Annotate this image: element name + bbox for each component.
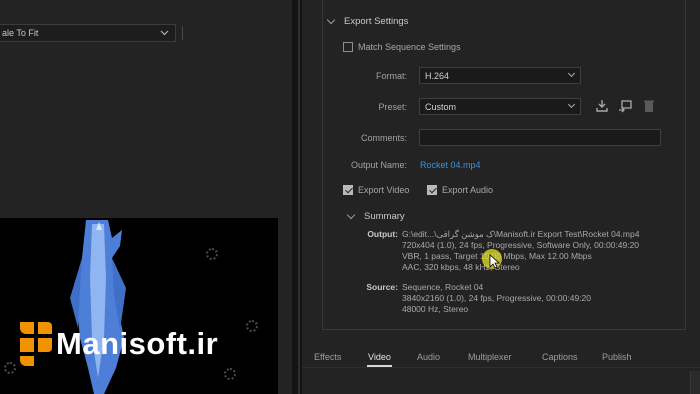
summary-output-label: Output: bbox=[367, 229, 398, 239]
toolbar-divider bbox=[182, 26, 183, 40]
tab-multiplexer[interactable]: Multiplexer bbox=[468, 352, 512, 362]
preset-value: Custom bbox=[425, 101, 457, 112]
chevron-down-icon bbox=[567, 69, 576, 78]
summary-source-line: 48000 Hz, Stereo bbox=[402, 304, 469, 314]
summary-output-lines: G:\edit...\ک موشن گرافی\Manisoft.ir Expo… bbox=[402, 229, 639, 273]
export-video-checkbox[interactable] bbox=[343, 185, 353, 195]
summary-output-line: AAC, 320 kbps, 48 kHz, Stereo bbox=[402, 262, 520, 272]
output-name-link[interactable]: Rocket 04.mp4 bbox=[420, 160, 481, 170]
tab-publish[interactable]: Publish bbox=[602, 352, 632, 362]
tab-captions[interactable]: Captions bbox=[542, 352, 578, 362]
comments-input[interactable] bbox=[419, 129, 661, 146]
mouse-cursor bbox=[482, 249, 502, 269]
format-label: Format: bbox=[375, 71, 407, 81]
export-audio-label: Export Audio bbox=[442, 185, 494, 195]
gear-particle bbox=[206, 248, 218, 260]
gear-particle bbox=[246, 320, 258, 332]
match-sequence-checkbox[interactable] bbox=[343, 42, 353, 52]
scale-dropdown[interactable]: ale To Fit bbox=[0, 24, 176, 42]
import-preset-icon[interactable] bbox=[618, 99, 632, 113]
export-audio-checkbox[interactable] bbox=[427, 185, 437, 195]
export-settings-panel: Export Settings Match Sequence Settings … bbox=[302, 0, 700, 394]
chevron-down-icon bbox=[160, 30, 169, 36]
gear-particle bbox=[224, 368, 236, 380]
delete-preset-icon[interactable] bbox=[642, 99, 656, 113]
scale-dropdown-value: ale To Fit bbox=[2, 28, 39, 38]
export-audio-checkbox-row[interactable]: Export Audio bbox=[427, 185, 493, 195]
export-settings-title: Export Settings bbox=[344, 16, 409, 27]
summary-output-line: 720x404 (1.0), 24 fps, Progressive, Soft… bbox=[402, 240, 640, 250]
format-value: H.264 bbox=[425, 70, 450, 81]
watermark-logo: Manisoft.ir bbox=[18, 320, 218, 368]
match-sequence-label: Match Sequence Settings bbox=[358, 42, 461, 52]
collapse-chevron-icon[interactable] bbox=[326, 15, 336, 25]
summary-source-lines: Sequence, Rocket 04 3840x2160 (1.0), 24 … bbox=[402, 282, 591, 315]
tab-content-area bbox=[302, 369, 700, 394]
panel-gutter bbox=[292, 0, 302, 394]
summary-title: Summary bbox=[364, 211, 405, 222]
export-settings-header[interactable]: Export Settings bbox=[326, 15, 409, 27]
scrollbar[interactable] bbox=[690, 371, 700, 394]
export-video-label: Export Video bbox=[358, 185, 410, 195]
source-panel: ale To Fit Manisoft.ir bbox=[0, 0, 292, 394]
tab-effects[interactable]: Effects bbox=[314, 352, 341, 362]
chevron-down-icon bbox=[567, 100, 576, 109]
summary-output-line: G:\edit...\ک موشن گرافی\Manisoft.ir Expo… bbox=[402, 229, 640, 239]
manisoft-logo-mark bbox=[20, 322, 52, 366]
gear-particle bbox=[4, 362, 16, 374]
tab-video[interactable]: Video bbox=[367, 352, 392, 367]
format-dropdown[interactable]: H.264 bbox=[419, 67, 581, 84]
collapse-chevron-icon[interactable] bbox=[346, 210, 356, 220]
save-preset-icon[interactable] bbox=[595, 99, 609, 113]
logo-text: Manisoft.ir bbox=[56, 326, 219, 361]
panel-divider[interactable] bbox=[298, 0, 300, 394]
summary-source-line: 3840x2160 (1.0), 24 fps, Progressive, 00… bbox=[402, 293, 592, 303]
summary-source-label: Source: bbox=[366, 282, 398, 292]
export-video-checkbox-row[interactable]: Export Video bbox=[343, 185, 409, 195]
tab-audio[interactable]: Audio bbox=[417, 352, 440, 362]
match-sequence-checkbox-row[interactable]: Match Sequence Settings bbox=[343, 42, 461, 52]
settings-tabs: Effects Video Audio Multiplexer Captions… bbox=[302, 346, 700, 368]
summary-source-line: Sequence, Rocket 04 bbox=[402, 282, 484, 292]
comments-label: Comments: bbox=[360, 133, 407, 143]
preset-label: Preset: bbox=[378, 102, 407, 112]
summary-output-line: VBR, 1 pass, Target 10.00 Mbps, Max 12.0… bbox=[402, 251, 592, 261]
output-name-label: Output Name: bbox=[350, 160, 407, 170]
summary-header[interactable]: Summary bbox=[346, 210, 405, 222]
preset-dropdown[interactable]: Custom bbox=[419, 98, 581, 115]
